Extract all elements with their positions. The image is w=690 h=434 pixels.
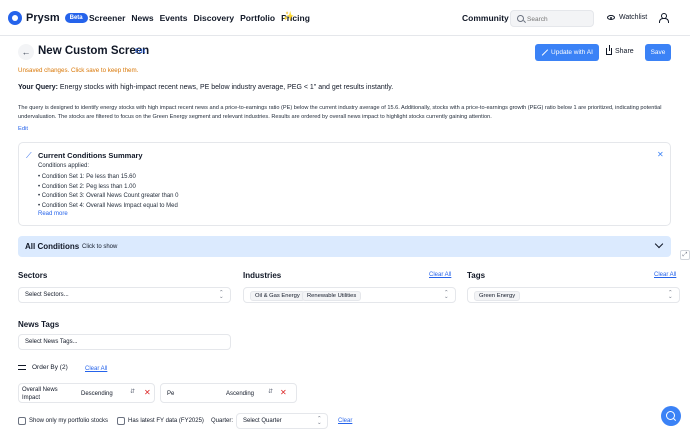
search-icon: [517, 15, 524, 22]
sectors-placeholder: Select Sectors...: [25, 292, 69, 298]
quarter-clear[interactable]: Clear: [338, 418, 352, 424]
updown-chevron-icon: ⇵: [268, 389, 274, 395]
updown-chevron-icon: ⌃ ⌄: [668, 290, 673, 300]
summary-label: Conditions applied:: [38, 163, 90, 169]
query-description: The query is designed to identify energy…: [18, 105, 662, 120]
updown-chevron-icon: ⌃ ⌄: [317, 416, 322, 426]
quarter-placeholder: Select Quarter: [243, 418, 282, 424]
summary-title: Current Conditions Summary: [38, 151, 143, 160]
tags-select[interactable]: Green Energy ⌃ ⌄: [467, 287, 680, 303]
filter-footer: Show only my portfolio stocks Has latest…: [18, 413, 378, 429]
industries-clear-all[interactable]: Clear All: [429, 272, 451, 278]
order-row: Pe Ascending ⇵ ✕: [160, 383, 297, 403]
expand-icon[interactable]: ⤢: [680, 250, 690, 260]
nav-links: Screener News Events Discovery Portfolio…: [89, 13, 316, 23]
industry-chip-oil-gas[interactable]: Oil & Gas Energy: [250, 290, 305, 301]
share-icon: [606, 45, 612, 55]
portfolio-only-checkbox[interactable]: [18, 417, 26, 425]
search-box[interactable]: [510, 10, 594, 27]
list-item: • Condition Set 4: Overall News Impact e…: [38, 202, 178, 209]
conditions-summary-card: ⟋ Current Conditions Summary ✕ Condition…: [18, 142, 671, 226]
sort-icon: [18, 364, 26, 371]
eye-icon: [607, 15, 615, 20]
tags-label: Tags: [467, 271, 486, 280]
latest-fy-checkbox[interactable]: [117, 417, 125, 425]
magic-wand-icon: [541, 49, 548, 56]
list-item: • Condition Set 3: Overall News Count gr…: [38, 193, 179, 199]
news-tags-select[interactable]: Select News Tags...: [18, 334, 231, 350]
updown-chevron-icon: ⌃ ⌄: [444, 290, 449, 300]
updown-chevron-icon: ⌃ ⌄: [219, 290, 224, 300]
share-label: Share: [615, 48, 634, 55]
all-conditions-title: All Conditions: [25, 242, 80, 251]
portfolio-only-label: Show only my portfolio stocks: [29, 417, 109, 424]
quarter-select[interactable]: Select Quarter ⌃ ⌄: [236, 413, 328, 429]
user-icon[interactable]: [659, 13, 669, 23]
order-direction[interactable]: Ascending: [226, 390, 254, 398]
tags-clear-all[interactable]: Clear All: [654, 272, 676, 278]
watchlist-label: Watchlist: [619, 14, 648, 21]
chevron-down-icon: [654, 239, 664, 249]
order-field[interactable]: Overall News Impact: [22, 386, 58, 402]
news-tags-placeholder: Select News Tags...: [25, 339, 78, 345]
nav-screener[interactable]: Screener: [89, 13, 125, 23]
latest-fy-label: Has latest FY data (FY2025): [128, 417, 204, 424]
nav-community[interactable]: Community: [462, 13, 509, 23]
remove-icon[interactable]: ✕: [144, 388, 151, 397]
brand-logo[interactable]: Prysm Beta: [8, 11, 88, 25]
sparkle-icon: ✨: [283, 11, 295, 21]
updown-chevron-icon: ⇵: [130, 389, 136, 395]
close-icon[interactable]: ✕: [657, 150, 664, 159]
prysm-logo-icon: [8, 11, 22, 25]
brand-name: Prysm: [26, 12, 60, 24]
read-more-link[interactable]: Read more: [38, 211, 68, 217]
query-label: Your Query:: [18, 84, 58, 91]
industry-chip-renewable[interactable]: Renewable Utilities: [302, 290, 362, 301]
nav-portfolio[interactable]: Portfolio: [240, 13, 275, 23]
order-field-line1: Overall News: [22, 387, 58, 393]
edit-description-link[interactable]: Edit: [18, 126, 28, 132]
quarter-label: Quarter:: [211, 417, 234, 424]
order-field[interactable]: Pe: [167, 390, 174, 398]
remove-icon[interactable]: ✕: [280, 388, 287, 397]
back-arrow-icon[interactable]: ←: [18, 44, 34, 60]
all-conditions-hint: Click to show: [82, 243, 118, 250]
order-field-line2: Impact: [22, 395, 41, 401]
save-button[interactable]: Save: [645, 44, 671, 61]
watchlist-link[interactable]: Watchlist: [607, 14, 647, 21]
update-with-ai-label: Update with AI: [551, 49, 593, 56]
order-direction[interactable]: Descending: [81, 390, 113, 398]
nav-news[interactable]: News: [131, 13, 153, 23]
magic-wand-icon: ⟋: [26, 151, 32, 160]
list-item: • Condition Set 2: Peg less than 1.00: [38, 183, 136, 190]
order-by-label: Order By (2): [32, 364, 68, 371]
order-clear-all[interactable]: Clear All: [85, 366, 107, 372]
search-input[interactable]: [527, 13, 591, 25]
update-with-ai-button[interactable]: Update with AI: [535, 44, 599, 61]
industries-select[interactable]: Oil & Gas Energy Renewable Utilities ⌃ ⌄: [243, 287, 456, 303]
unsaved-notice: Unsaved changes. Click save to keep them…: [18, 67, 139, 74]
nav-events[interactable]: Events: [160, 13, 188, 23]
order-by-header[interactable]: Order By (2): [18, 364, 68, 371]
condition-list: • Condition Set 1: Pe less than 15.60 • …: [38, 173, 179, 211]
tag-chip-green-energy[interactable]: Green Energy: [474, 290, 521, 301]
query-line: Your Query: Energy stocks with high-impa…: [18, 84, 393, 91]
list-item: • Condition Set 1: Pe less than 15.60: [38, 174, 136, 180]
sectors-label: Sectors: [18, 271, 48, 280]
query-text: Energy stocks with high-impact recent ne…: [59, 84, 394, 91]
share-button[interactable]: Share: [606, 45, 634, 55]
industries-label: Industries: [243, 271, 282, 280]
nav-discovery[interactable]: Discovery: [193, 13, 234, 23]
all-conditions-toggle[interactable]: All Conditions Click to show: [18, 236, 671, 257]
top-nav: Prysm Beta Screener News Events Discover…: [0, 0, 690, 36]
page-title: New Custom Screen: [38, 45, 150, 57]
edit-title-link[interactable]: Edit: [135, 49, 145, 55]
search-fab-button[interactable]: [661, 406, 681, 426]
beta-badge: Beta: [64, 13, 88, 23]
order-row: Overall News Impact Descending ⇵ ✕: [18, 383, 155, 403]
sectors-select[interactable]: Select Sectors... ⌃ ⌄: [18, 287, 231, 303]
news-tags-label: News Tags: [18, 320, 60, 329]
